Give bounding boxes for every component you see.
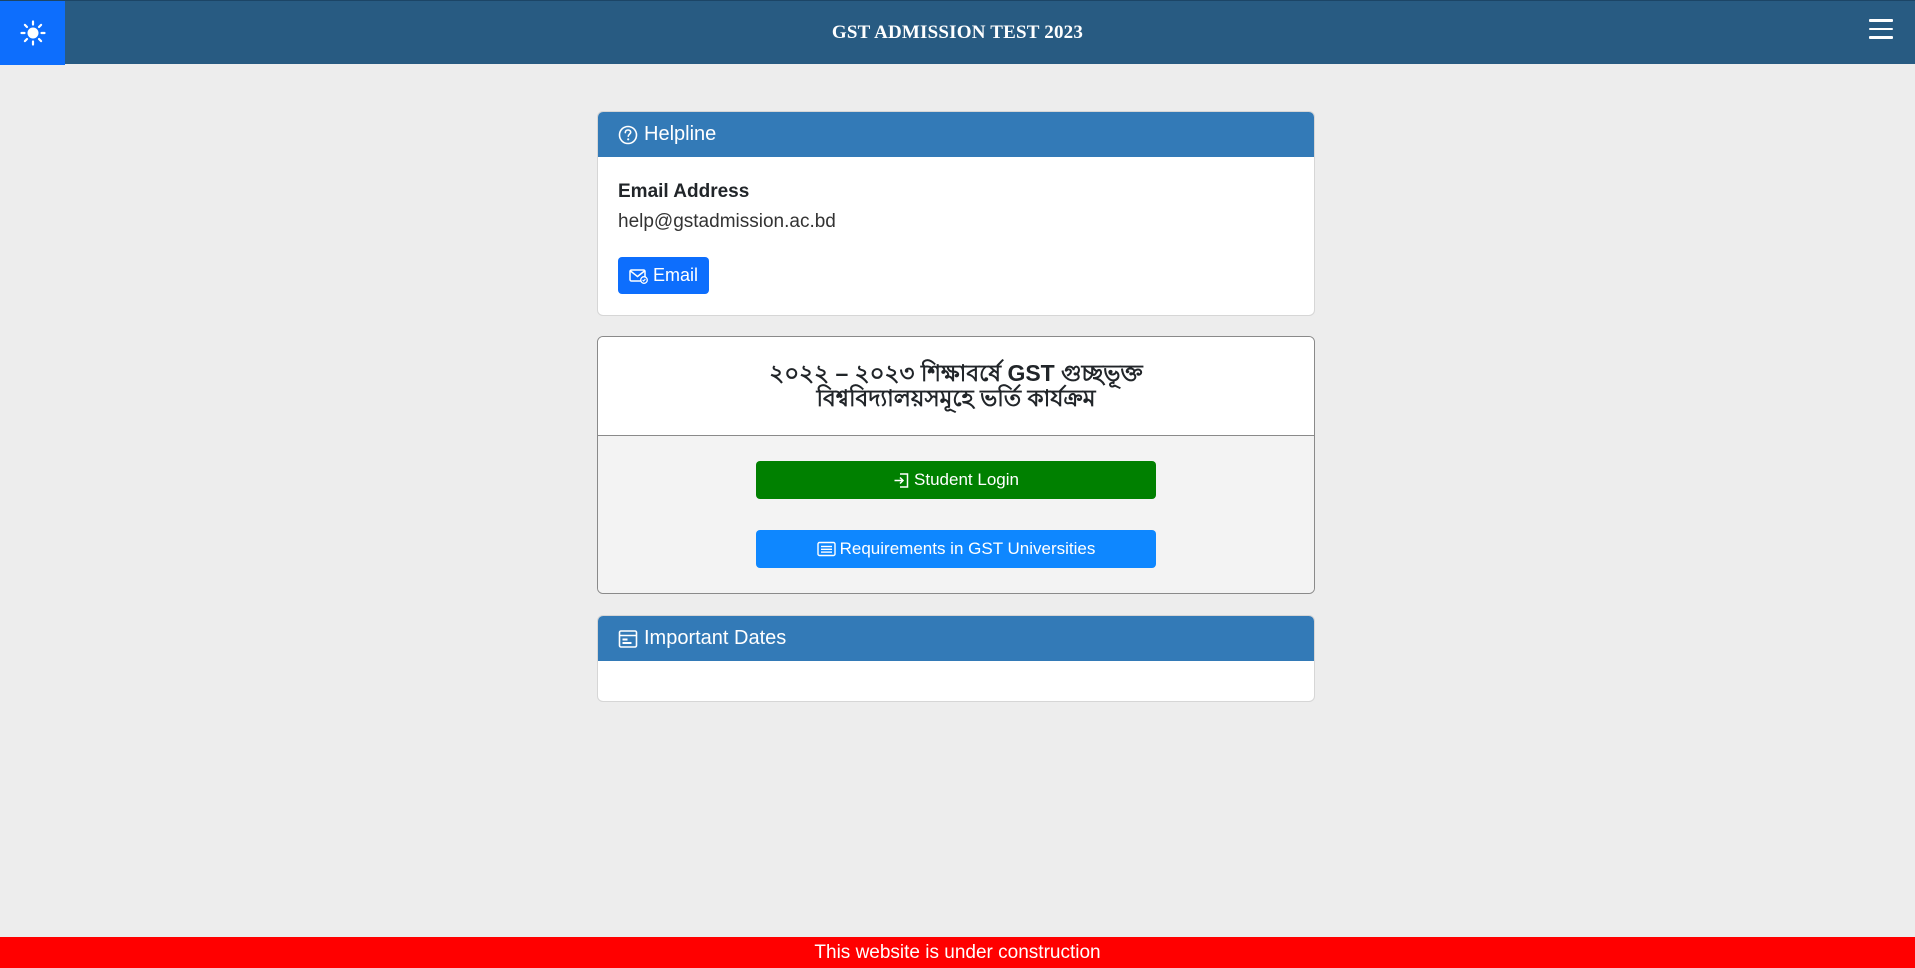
- box-arrow-in-right-icon: [894, 472, 909, 488]
- top-navbar: GST ADMISSION TEST 2023: [0, 0, 1915, 65]
- helpline-title: Helpline: [644, 123, 717, 145]
- requirements-label: Requirements in GST Universities: [839, 539, 1096, 558]
- program-title: ২০২২ – ২০২৩ শিক্ষাবর্ষে GST গুচ্ছভূক্ত ব…: [598, 337, 1314, 436]
- important-dates-header: Important Dates: [598, 616, 1314, 661]
- email-button[interactable]: Email: [618, 257, 710, 294]
- email-address: help@gstadmission.ac.bd: [618, 211, 836, 232]
- program-title-line2: বিশ্ববিদ্যালয়সমূহে ভর্তি কার্যক্রম: [816, 385, 1096, 411]
- program-title-line1: ২০২২ – ২০২৩ শিক্ষাবর্ষে GST গুচ্ছভূক্ত: [769, 360, 1143, 386]
- important-dates-title: Important Dates: [644, 627, 787, 649]
- sun-icon: [19, 20, 46, 46]
- theme-toggle-button[interactable]: [0, 1, 65, 65]
- construction-notice-banner: This website is under construction: [0, 937, 1915, 968]
- construction-notice-text: This website is under construction: [814, 941, 1101, 963]
- email-label: Email Address: [618, 181, 750, 202]
- calendar-icon: [618, 629, 638, 648]
- list-card-icon: [816, 541, 836, 557]
- helpline-header: Helpline: [598, 112, 1314, 157]
- helpline-card: Helpline Email Address help@gstadmission…: [597, 111, 1315, 316]
- email-button-label: Email: [653, 265, 699, 285]
- student-login-button[interactable]: Student Login: [756, 461, 1156, 499]
- hamburger-menu-icon[interactable]: [1869, 19, 1893, 43]
- question-circle-icon: [618, 125, 638, 144]
- important-dates-card: Important Dates: [597, 615, 1315, 702]
- envelope-icon: [629, 268, 648, 284]
- student-login-label: Student Login: [914, 470, 1019, 489]
- app-title: GST ADMISSION TEST 2023: [831, 22, 1084, 43]
- requirements-button[interactable]: Requirements in GST Universities: [756, 530, 1156, 568]
- admission-program-card: ২০২২ – ২০২৩ শিক্ষাবর্ষে GST গুচ্ছভূক্ত ব…: [597, 336, 1315, 594]
